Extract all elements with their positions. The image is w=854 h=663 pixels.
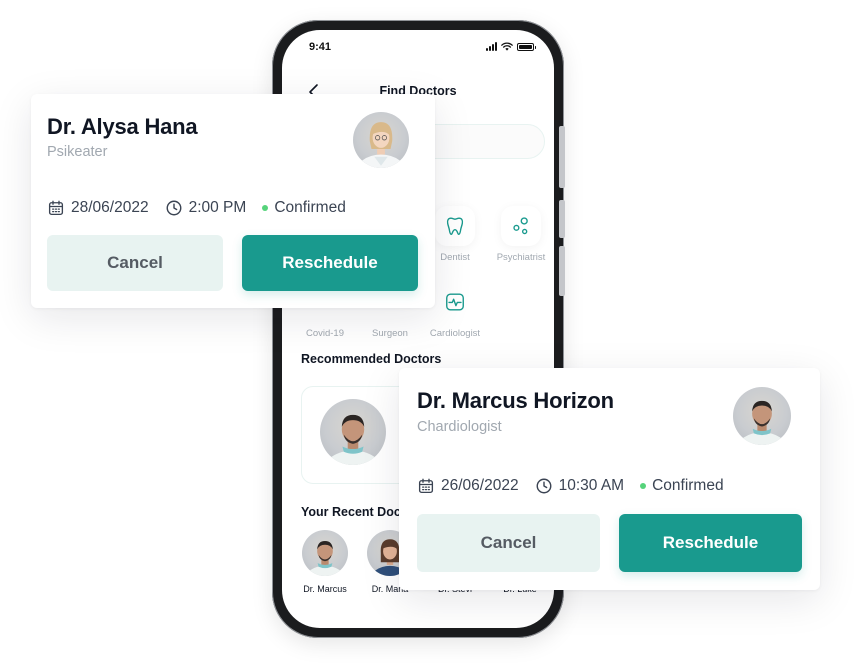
phone-side-button [559, 246, 565, 296]
status-bar: 9:41 [282, 30, 554, 64]
molecule-icon [513, 217, 528, 235]
doctor-portrait [737, 400, 787, 445]
recent-doctor-name: Dr. Marcus [303, 584, 347, 594]
calendar-icon [48, 200, 64, 216]
status-dot [640, 483, 647, 489]
phone-side-button [559, 200, 565, 238]
appointment-meta: 26/06/2022 10:30 AM Confirmed [417, 477, 724, 495]
category-tile [501, 206, 541, 246]
appointment-status: Confirmed [274, 199, 346, 216]
reschedule-button[interactable]: Reschedule [242, 235, 418, 291]
appointment-date: 26/06/2022 [441, 477, 519, 494]
recommended-doctors-title: Recommended Doctors [301, 352, 442, 366]
doctor-avatar [733, 387, 791, 445]
appointment-time: 2:00 PM [188, 199, 247, 216]
category-tile [435, 282, 475, 322]
phone-side-button [559, 126, 565, 188]
category-label: Cardiologist [429, 328, 481, 339]
doctor-specialty: Chardiologist [417, 419, 502, 435]
tooth-icon [446, 217, 464, 235]
status-time: 9:41 [309, 41, 332, 53]
appointment-time: 10:30 AM [558, 477, 625, 494]
recent-doctor-marcus[interactable]: Dr. Marcus [295, 530, 355, 594]
appointment-card-alysa: Dr. Alysa Hana Psikeater 28/06/2022 2:00… [31, 94, 435, 308]
doctor-name: Dr. Marcus Horizon [417, 388, 614, 413]
avatar [320, 399, 386, 465]
avatar [302, 530, 348, 576]
calendar-icon [418, 478, 434, 494]
category-psychiatrist[interactable]: Psychiatrist [488, 206, 554, 263]
cancel-button[interactable]: Cancel [417, 514, 600, 572]
heart-monitor-icon [446, 293, 464, 311]
doctor-specialty: Psikeater [47, 144, 108, 160]
appointment-card-marcus: Dr. Marcus Horizon Chardiologist 26/06/2… [399, 368, 820, 590]
appointment-date: 28/06/2022 [71, 199, 149, 216]
appointment-status: Confirmed [652, 477, 724, 494]
status-icons [486, 42, 536, 51]
doctor-name: Dr. Alysa Hana [47, 114, 198, 139]
cancel-button[interactable]: Cancel [47, 235, 223, 291]
doctor-avatar [353, 112, 409, 168]
appointment-meta: 28/06/2022 2:00 PM Confirmed [47, 199, 346, 217]
category-label: Covid-19 [305, 328, 345, 339]
status-dot [262, 205, 269, 211]
doctor-portrait [305, 541, 345, 576]
doctor-portrait [356, 122, 406, 168]
battery-icon [517, 42, 536, 51]
doctor-portrait [325, 414, 381, 465]
category-label: Psychiatrist [496, 252, 546, 263]
category-label: Surgeon [372, 328, 408, 339]
signal-icon [486, 42, 497, 51]
clock-icon [166, 200, 182, 216]
wifi-icon [501, 42, 513, 51]
clock-icon [536, 478, 552, 494]
category-tile [435, 206, 475, 246]
reschedule-button[interactable]: Reschedule [619, 514, 802, 572]
